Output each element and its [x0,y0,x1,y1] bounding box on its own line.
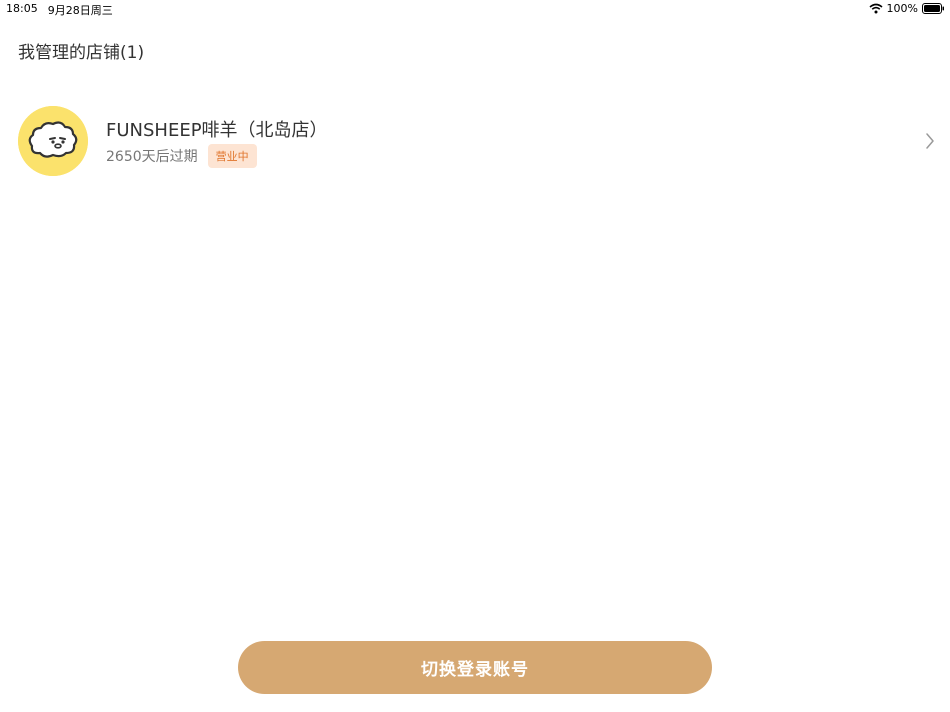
status-bar: 18:05 9月28日周三 100% [0,0,950,18]
store-list-item[interactable]: FUNSHEEP啡羊（北岛店） 2650天后过期 营业中 [0,104,950,178]
status-badge: 营业中 [207,144,257,168]
status-time: 18:05 [6,2,38,15]
store-meta: 2650天后过期 营业中 [106,144,257,168]
battery-icon [922,3,944,14]
store-list-page: 18:05 9月28日周三 100% 我管理的店铺(1) FUNSHEEP啡羊（… [0,0,950,712]
status-right: 100% [869,2,944,15]
battery-percent: 100% [886,2,918,15]
status-date: 9月28日周三 [47,4,113,17]
store-expiry: 2650天后过期 [106,149,198,165]
store-name: FUNSHEEP啡羊（北岛店） [106,120,328,141]
chevron-right-icon [924,131,936,151]
wifi-icon [869,3,883,14]
sheep-logo-icon [18,106,88,176]
switch-account-button[interactable]: 切换登录账号 [238,641,712,694]
page-title: 我管理的店铺(1) [18,43,145,63]
status-left: 18:05 9月28日周三 [6,2,113,18]
